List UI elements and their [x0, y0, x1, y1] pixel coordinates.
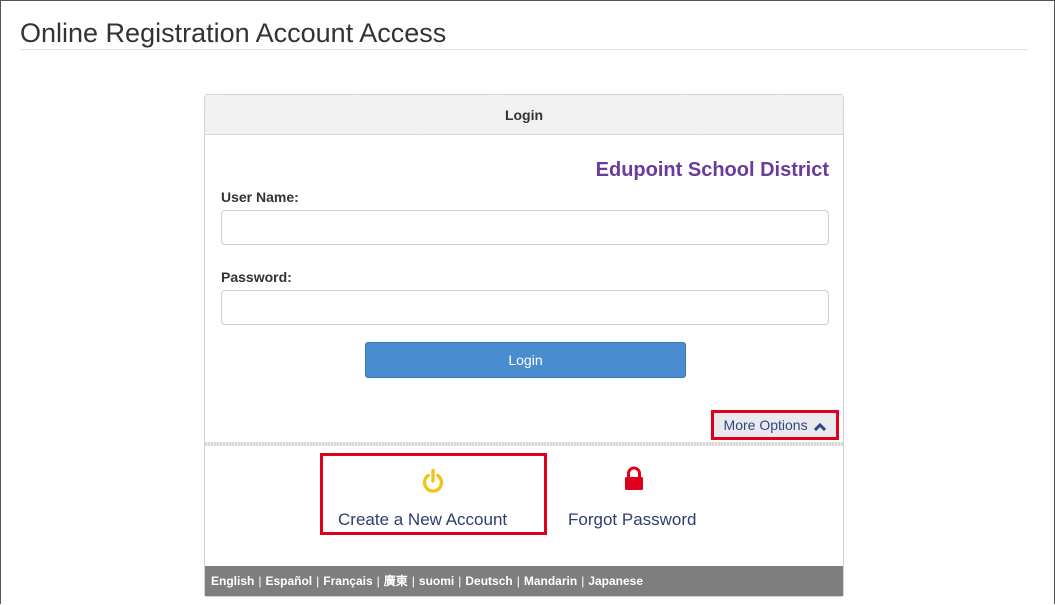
lock-icon: [623, 465, 645, 491]
page-title: Online Registration Account Access: [20, 18, 447, 48]
create-account-link[interactable]: Create a New Account: [320, 453, 547, 535]
power-icon: [421, 468, 445, 494]
language-link[interactable]: Mandarin: [524, 574, 577, 588]
language-link[interactable]: 廣東: [384, 574, 408, 588]
language-link[interactable]: Español: [265, 574, 312, 588]
language-link[interactable]: Deutsch: [465, 574, 512, 588]
login-panel: Login Edupoint School District User Name…: [204, 94, 844, 597]
forgot-password-link[interactable]: Forgot Password: [565, 453, 715, 535]
language-link[interactable]: English: [211, 574, 254, 588]
login-button[interactable]: Login: [365, 342, 686, 378]
login-panel-header: Login: [205, 95, 843, 135]
account-options: Create a New Account Forgot Password: [205, 450, 843, 536]
language-link[interactable]: Français: [323, 574, 372, 588]
separator: |: [258, 574, 262, 588]
language-link[interactable]: suomi: [419, 574, 454, 588]
more-options-button[interactable]: More Options: [711, 410, 839, 440]
chevron-up-icon: [814, 414, 827, 438]
separator: |: [581, 574, 585, 588]
district-name: Edupoint School District: [595, 159, 829, 181]
options-divider: [205, 442, 843, 446]
separator: |: [411, 574, 415, 588]
username-input[interactable]: [221, 210, 829, 245]
forgot-password-label: Forgot Password: [568, 510, 697, 529]
create-account-label: Create a New Account: [338, 510, 508, 529]
separator: |: [376, 574, 380, 588]
language-bar: English | Español | Français | 廣東 | suomi | Deutsc…: [205, 566, 843, 596]
language-link[interactable]: Japanese: [588, 574, 643, 588]
password-input[interactable]: [221, 290, 829, 325]
password-label: Password:: [221, 269, 292, 285]
separator: |: [458, 574, 462, 588]
title-divider: [20, 49, 1028, 50]
separator: |: [316, 574, 320, 588]
username-label: User Name:: [221, 189, 299, 205]
separator: |: [516, 574, 520, 588]
more-options-label: More Options: [723, 417, 808, 433]
